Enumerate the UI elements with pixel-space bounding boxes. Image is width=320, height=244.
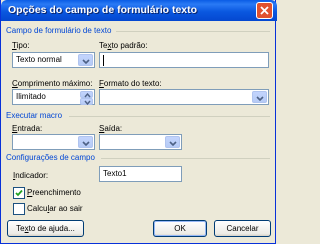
saida-label: Saída: xyxy=(99,124,123,133)
preenchimento-checkbox[interactable] xyxy=(13,187,25,199)
checkmark-icon xyxy=(15,189,23,197)
tipo-dropdown[interactable]: Texto normal xyxy=(12,52,95,68)
texto-padrao-label: Texto padrão: xyxy=(99,41,148,50)
indicador-value: Texto1 xyxy=(103,169,127,178)
formato-label: Formato do texto: xyxy=(99,79,162,88)
group-separator xyxy=(69,116,270,117)
entrada-dropdown-button[interactable] xyxy=(78,136,93,148)
close-button[interactable] xyxy=(256,2,273,19)
group-label-run-macro: Executar macro xyxy=(6,111,63,120)
form-field-options-dialog: Opções do campo de formulário texto Camp… xyxy=(0,0,277,244)
close-icon xyxy=(260,6,269,15)
tipo-label: Tipo: xyxy=(12,41,30,50)
texto-padrao-input[interactable] xyxy=(99,52,269,68)
chevron-down-icon xyxy=(169,141,177,147)
title-bar[interactable]: Opções do campo de formulário texto xyxy=(1,0,277,21)
comprimento-label: Comprimento máximo: xyxy=(12,79,93,88)
calcular-ao-sair-label[interactable]: Calcular ao sair xyxy=(27,204,83,213)
chevron-down-icon xyxy=(256,96,264,102)
saida-dropdown[interactable] xyxy=(99,134,182,150)
calcular-ao-sair-checkbox[interactable] xyxy=(13,203,25,215)
tipo-value: Texto normal xyxy=(16,55,62,64)
chevron-down-icon xyxy=(82,141,90,147)
tipo-dropdown-button[interactable] xyxy=(78,54,93,66)
entrada-label: Entrada: xyxy=(12,124,43,133)
group-label-field-settings: Configurações de campo xyxy=(6,153,95,162)
text-cursor xyxy=(103,55,104,66)
saida-dropdown-button[interactable] xyxy=(165,136,180,148)
group-label-text-field: Campo de formulário de texto xyxy=(6,26,112,35)
formato-dropdown[interactable] xyxy=(99,89,269,105)
group-separator xyxy=(116,31,270,32)
comprimento-value: Ilimitado xyxy=(16,92,46,101)
ok-button[interactable]: OK xyxy=(153,220,207,237)
formato-dropdown-button[interactable] xyxy=(252,91,267,103)
spin-down-button[interactable] xyxy=(80,98,93,105)
comprimento-spinner[interactable]: Ilimitado xyxy=(12,89,95,105)
group-separator xyxy=(101,158,270,159)
comprimento-spin-buttons[interactable] xyxy=(80,91,93,105)
help-text-button[interactable]: Texto de ajuda... xyxy=(7,220,84,237)
preenchimento-label[interactable]: Preenchimento xyxy=(27,188,81,197)
indicador-input[interactable]: Texto1 xyxy=(99,166,182,182)
indicador-label: Indicador: xyxy=(13,171,49,180)
dialog-title: Opções do campo de formulário texto xyxy=(8,4,198,16)
spin-down-icon xyxy=(84,100,91,105)
chevron-down-icon xyxy=(82,59,90,65)
entrada-dropdown[interactable] xyxy=(12,134,95,150)
cancel-button[interactable]: Cancelar xyxy=(214,220,271,237)
spin-up-button[interactable] xyxy=(80,91,93,98)
